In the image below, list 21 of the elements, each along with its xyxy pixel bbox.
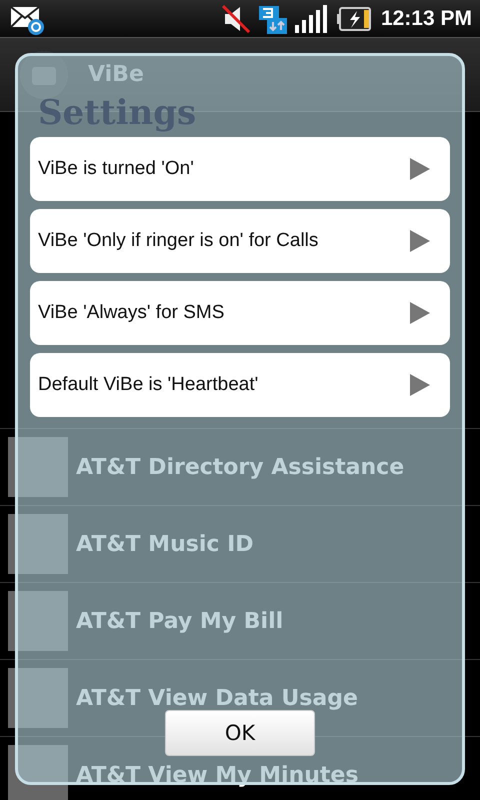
setting-item[interactable]: ViBe is turned 'On' (30, 137, 450, 201)
app-thumbnail-icon (8, 437, 68, 497)
app-thumbnail-icon (8, 668, 68, 728)
play-arrow-icon (410, 158, 430, 180)
app-thumbnail-icon (8, 745, 68, 800)
battery-charging-icon (336, 6, 371, 30)
network-3g-icon (258, 4, 287, 34)
ok-button[interactable]: OK (165, 710, 315, 756)
muted-speaker-icon (220, 4, 251, 34)
setting-item[interactable]: ViBe 'Only if ringer is on' for Calls (30, 209, 450, 273)
play-arrow-icon (410, 230, 430, 252)
play-arrow-icon (410, 302, 430, 324)
setting-item[interactable]: ViBe 'Always' for SMS (30, 281, 450, 345)
app-thumbnail-icon (8, 591, 68, 651)
app-thumbnail-icon (8, 514, 68, 574)
dialog-title: Settings (38, 93, 198, 133)
setting-item[interactable]: Default ViBe is 'Heartbeat' (30, 353, 450, 417)
app-icon (20, 50, 68, 98)
play-arrow-icon (410, 374, 430, 396)
signal-strength-icon (294, 4, 329, 32)
clock-time: 12:13 PM (380, 6, 472, 30)
